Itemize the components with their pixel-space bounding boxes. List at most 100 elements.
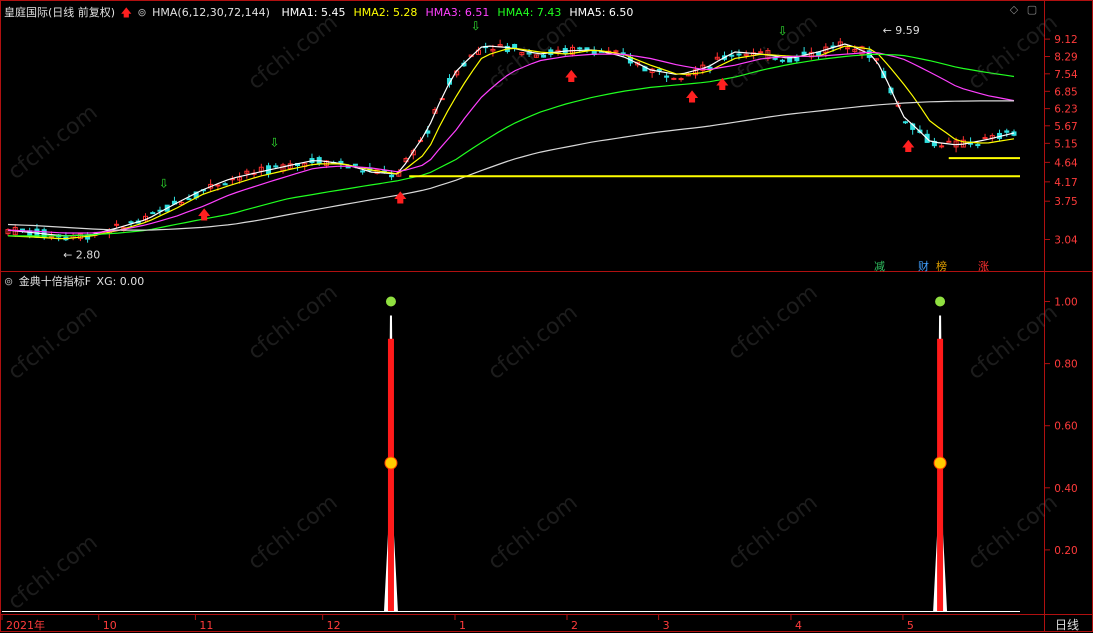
y-tick-label: 9.12	[1054, 34, 1077, 46]
indicator-name: HMA(6,12,30,72,144)	[152, 6, 270, 19]
hma-lines	[7, 43, 1015, 240]
stock-title[interactable]: 皇庭国际(日线 前复权)	[4, 6, 115, 19]
candle-body	[671, 77, 677, 80]
up-arrow-icon: 🡅	[565, 69, 578, 84]
x-tick-label: 2021年	[6, 618, 45, 632]
down-arrow-icon: ⇩	[159, 177, 169, 191]
signal-arrows: ⇩⇩⇩ ⇩🡅🡅🡅🡅🡅🡅	[159, 19, 915, 223]
chart-canvas: ← 9.59← 2.80 ⇩⇩⇩ ⇩🡅🡅🡅🡅🡅🡅 9.128.297.546.85…	[0, 0, 1093, 632]
info-badge[interactable]: 财	[918, 258, 929, 274]
candlesticks	[5, 38, 1017, 243]
info-badge[interactable]: 榜	[936, 258, 947, 274]
candle-body	[982, 137, 988, 140]
hma-legend-item: HMA2: 5.28	[353, 6, 418, 19]
candle-body	[360, 170, 366, 173]
y-axis-ticks: 9.12 8.29 7.54 6.85 6.23 5.67 5.15 4.64 4.17 3.75…	[1044, 34, 1078, 557]
indicator-coin-icon	[933, 456, 947, 470]
dropdown-icon[interactable]: ⊚	[4, 275, 13, 288]
up-arrow-icon: 🡅	[716, 77, 729, 92]
candle-body	[1004, 130, 1010, 133]
candle-body	[736, 53, 742, 56]
hma-line-HMA3	[7, 51, 1015, 234]
y-tick-label: 8.29	[1054, 52, 1077, 64]
info-badge[interactable]: 涨	[978, 258, 989, 274]
hma-legend-item: HMA1: 5.45	[281, 6, 346, 19]
candle-body	[352, 163, 358, 166]
y-tick-label: 3.75	[1054, 196, 1077, 208]
y-tick-label: 6.85	[1054, 86, 1077, 98]
y-tick-label: 0.20	[1054, 545, 1077, 557]
period-label[interactable]: 日线	[1055, 616, 1079, 633]
low-annotation: ← 2.80	[63, 248, 100, 261]
dropdown-icon[interactable]: ⊚	[137, 6, 146, 19]
candle-body	[114, 223, 120, 226]
candle-body	[150, 212, 156, 215]
candle-body	[678, 78, 684, 81]
candle-body	[939, 145, 945, 148]
indicator-apple-icon	[935, 296, 946, 307]
y-tick-label: 4.17	[1054, 177, 1077, 189]
candle-body	[186, 198, 192, 201]
y-tick-label: 0.80	[1054, 359, 1077, 371]
y-tick-label: 3.04	[1054, 234, 1078, 246]
y-tick-label: 1.00	[1054, 297, 1077, 309]
candle-body	[512, 43, 518, 49]
x-tick-label: 2	[571, 619, 578, 632]
up-arrow-icon: 🡅	[685, 90, 698, 105]
x-tick-label: 12	[327, 619, 341, 632]
indicator-spike-bar	[937, 338, 944, 612]
candle-body	[946, 140, 952, 143]
candle-body	[664, 75, 670, 78]
indicator-spike-bar	[387, 338, 394, 612]
candle-body	[541, 54, 547, 58]
candle-body	[19, 228, 25, 231]
outer-border	[0, 0, 1093, 632]
hma-line-HMA2	[7, 45, 1015, 240]
x-tick-label: 5	[907, 619, 914, 632]
candle-body	[577, 47, 583, 50]
x-tick-label: 10	[103, 619, 117, 632]
high-annotation: ← 9.59	[883, 24, 920, 37]
y-tick-label: 0.40	[1054, 483, 1077, 495]
y-tick-label: 4.64	[1054, 157, 1078, 169]
indicator-coin-icon	[384, 456, 398, 470]
y-tick-label: 5.67	[1054, 121, 1077, 133]
price-header: 皇庭国际(日线 前复权) 🡅 ⊚ HMA(6,12,30,72,144) HMA…	[4, 4, 637, 22]
diamond-icon[interactable]: ◇	[1008, 4, 1020, 16]
indicator-apple-icon	[385, 296, 396, 307]
candle-body	[801, 51, 807, 55]
candle-body	[779, 59, 785, 62]
down-arrow-icon: ⇩	[778, 24, 788, 38]
y-tick-label: 7.54	[1054, 69, 1078, 81]
up-arrow-icon: 🡅	[902, 140, 915, 155]
up-arrow-icon: 🡅	[120, 6, 132, 19]
y-tick-label: 6.23	[1054, 104, 1077, 116]
candle-body	[128, 221, 134, 224]
candle-body	[845, 47, 851, 50]
indicator-panel	[2, 296, 1020, 612]
candle-body	[656, 68, 662, 71]
candle-body	[975, 144, 981, 147]
up-arrow-icon: 🡅	[197, 208, 210, 223]
info-badge[interactable]: 减	[874, 258, 885, 274]
hma-legend-item: HMA4: 7.43	[497, 6, 562, 19]
hma-legend-item: HMA3: 6.51	[425, 6, 490, 19]
hma-legend: HMA1: 5.45 HMA2: 5.28 HMA3: 6.51 HMA4: 7.43…	[275, 6, 635, 19]
hma-legend-item: HMA5: 6.50	[569, 6, 634, 19]
indicator-value: XG: 0.00	[96, 275, 145, 288]
x-tick-label: 3	[663, 619, 670, 632]
chart-frame	[0, 0, 1093, 632]
indicator-title: 金典十倍指标F	[18, 275, 92, 288]
up-arrow-icon: 🡅	[394, 191, 407, 206]
candle-body	[222, 183, 228, 186]
candle-body	[273, 165, 279, 168]
x-tick-label: 11	[199, 619, 213, 632]
y-tick-label: 0.60	[1054, 421, 1077, 433]
candle-body	[902, 121, 908, 124]
down-arrow-icon: ⇩	[270, 135, 280, 149]
hma-line-HMA4	[8, 53, 1015, 237]
maximize-icon[interactable]: ▢	[1026, 4, 1038, 16]
candle-body	[758, 51, 764, 54]
candle-body	[215, 184, 221, 187]
x-tick-label: 1	[459, 619, 466, 632]
